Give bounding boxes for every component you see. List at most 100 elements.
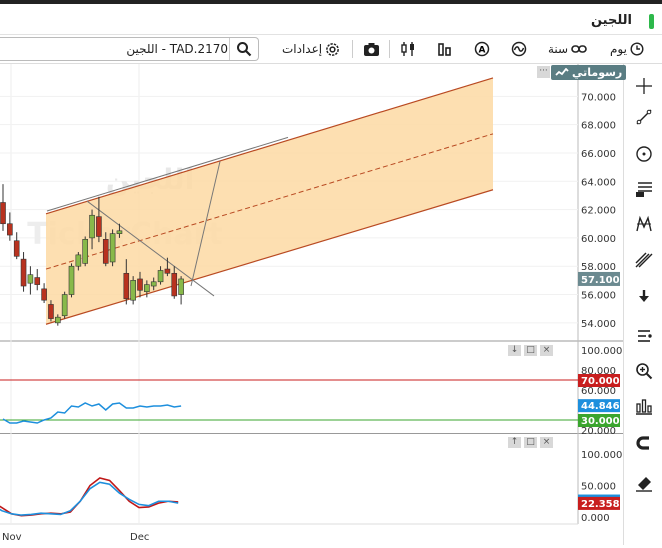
- x-tick-label: Nov: [2, 532, 22, 543]
- candle-body: [102, 239, 109, 264]
- candle-icon: [401, 42, 414, 56]
- window-title: اللجين: [590, 13, 632, 28]
- crosshair-icon: [636, 78, 652, 94]
- chart-area: 70.000 68.000 66.000 64.000 62.000 60.000 58.0…: [0, 64, 627, 545]
- candle-body: [137, 278, 143, 291]
- period-year-label: سنة: [548, 42, 569, 56]
- candle-type-button[interactable]: [400, 39, 416, 59]
- stoch-tick-label: 100.000: [581, 450, 622, 461]
- drawings-menu-button[interactable]: ···: [537, 66, 550, 78]
- search-icon: [237, 42, 252, 57]
- snapshot-button[interactable]: [363, 39, 380, 59]
- chart-canvas[interactable]: 70.000 68.000 66.000 64.000 62.000 60.000 58.0…: [0, 64, 623, 545]
- price-tick-label: 60.000: [581, 234, 616, 245]
- stoch-close-button[interactable]: ×: [540, 437, 553, 448]
- rsi-move-down-button[interactable]: ↓: [508, 345, 521, 356]
- magnet-icon: [636, 436, 649, 450]
- symbol-search-box[interactable]: [0, 37, 259, 61]
- fib-icon: [636, 182, 652, 197]
- candle-body: [34, 277, 41, 285]
- price-tick-label: 54.000: [581, 319, 616, 330]
- price-tick-label: 58.000: [581, 262, 616, 273]
- bar-type-button[interactable]: [437, 39, 453, 59]
- candle-body: [54, 316, 61, 324]
- measure-tool[interactable]: [634, 397, 654, 417]
- pattern-icon: [636, 215, 652, 232]
- gear-icon: [326, 42, 339, 56]
- search-button[interactable]: [229, 38, 258, 60]
- candle-body: [123, 272, 130, 300]
- trendline-icon: [636, 109, 652, 125]
- candle-body: [41, 288, 47, 301]
- rsi-close-button[interactable]: ×: [540, 345, 553, 356]
- candle-body: [89, 214, 95, 239]
- stoch-tick-label: 50.000: [581, 482, 616, 493]
- candle-body: [150, 281, 157, 287]
- eraser-tool[interactable]: [634, 473, 654, 493]
- eraser-icon: [636, 477, 652, 492]
- status-indicator: [649, 14, 654, 29]
- toolbar-separator: [352, 40, 353, 58]
- candle-body: [116, 230, 123, 234]
- candle-body: [0, 202, 6, 225]
- compare-icon: [571, 45, 587, 53]
- period-day-label: يوم: [610, 42, 627, 56]
- candle-body: [27, 274, 34, 284]
- candle-body: [109, 233, 116, 263]
- stoch-d-value: 22.358: [581, 499, 620, 510]
- magnet-tool[interactable]: [634, 433, 654, 453]
- period-year-button[interactable]: سنة: [548, 39, 587, 59]
- ruler-icon: [636, 399, 652, 415]
- price-tick-label: 68.000: [581, 121, 616, 132]
- more-tools-button[interactable]: [634, 286, 654, 306]
- trendline-tool[interactable]: [634, 107, 654, 127]
- toolbar-separator: [389, 40, 390, 58]
- candle-body: [178, 278, 184, 295]
- rsi-current-value: 44.846: [581, 401, 620, 412]
- rsi-tick-label: 60.000: [581, 386, 616, 397]
- candle-body: [75, 254, 82, 267]
- candle-body: [157, 270, 164, 283]
- crosshair-tool[interactable]: [634, 76, 654, 96]
- fibonacci-tool[interactable]: [634, 179, 654, 199]
- bar-type-icon: [438, 43, 451, 56]
- candle-body: [13, 240, 20, 257]
- period-day-button[interactable]: يوم: [610, 39, 644, 59]
- drawings-list-button[interactable]: [634, 326, 654, 346]
- pattern-tool[interactable]: [634, 214, 654, 234]
- settings-label: إعدادات: [282, 42, 323, 56]
- my-drawings-button[interactable]: رسوماتي: [551, 65, 627, 80]
- candle-body: [7, 223, 13, 236]
- settings-button[interactable]: إعدادات: [282, 39, 340, 59]
- price-tick-label: 70.000: [581, 92, 616, 103]
- alert-icon: A: [474, 41, 490, 57]
- candle-body: [68, 265, 75, 295]
- symbol-search-input[interactable]: [4, 39, 230, 59]
- alerts-button[interactable]: A: [474, 39, 490, 59]
- stoch-move-up-button[interactable]: ↑: [508, 437, 521, 448]
- zoom-tool[interactable]: [634, 361, 654, 381]
- rsi-maximize-button[interactable]: □: [524, 345, 537, 356]
- x-tick-label: Dec: [130, 532, 149, 543]
- candle-body: [144, 284, 150, 292]
- candle-body: [20, 258, 27, 287]
- candle-body: [82, 239, 88, 264]
- price-tick-label: 62.000: [581, 206, 616, 217]
- price-tick-label: 56.000: [581, 291, 616, 302]
- stoch-maximize-button[interactable]: □: [524, 437, 537, 448]
- my-drawings-label: رسوماتي: [572, 66, 623, 79]
- price-tick-label: 64.000: [581, 177, 616, 188]
- zoom-icon: [636, 363, 653, 380]
- pitchfork-tool[interactable]: [634, 249, 654, 269]
- rsi-upper-value: 70.000: [581, 376, 620, 387]
- candle-body: [171, 272, 178, 297]
- circle-tool[interactable]: [634, 144, 654, 164]
- indicators-button[interactable]: [511, 39, 527, 59]
- arrow-down-icon: [639, 290, 649, 302]
- svg-text:A: A: [479, 46, 486, 56]
- chart-toolbar: إعدادات A سنة يوم: [0, 35, 662, 64]
- clock-icon: [630, 42, 644, 56]
- stoch-tick-label: 0.000: [581, 513, 610, 524]
- drawing-tools-sidebar: [623, 64, 662, 545]
- candle-body: [61, 294, 68, 317]
